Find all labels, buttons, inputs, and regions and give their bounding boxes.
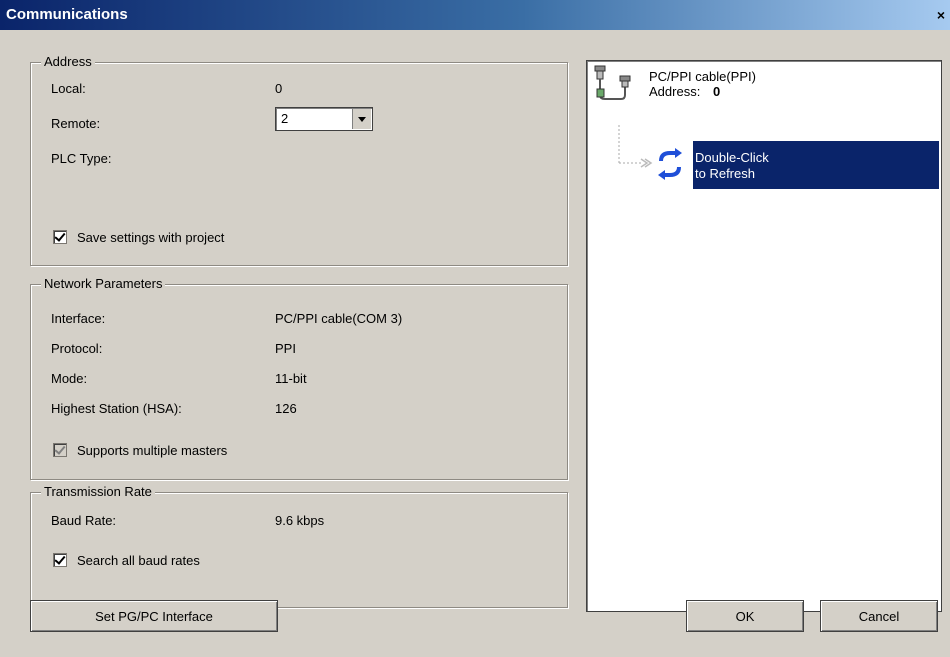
baud-rate-label: Baud Rate: <box>51 513 117 528</box>
search-all-baud-label[interactable]: Search all baud rates <box>77 553 200 568</box>
refresh-line-2: to Refresh <box>695 166 755 181</box>
network-parameters-legend: Network Parameters <box>41 276 166 291</box>
transmission-rate-group: Transmission Rate Baud Rate: 9.6 kbps Se… <box>30 484 568 608</box>
multiple-masters-checkbox <box>53 443 67 457</box>
network-parameters-group: Network Parameters Interface: PC/PPI cab… <box>30 276 568 480</box>
refresh-icon[interactable] <box>653 147 687 181</box>
set-pg-pc-interface-button[interactable]: Set PG/PC Interface <box>30 600 278 632</box>
interface-label: Interface: <box>51 311 106 326</box>
protocol-label: Protocol: <box>51 341 103 356</box>
search-all-baud-checkbox[interactable] <box>53 553 67 567</box>
address-group-legend: Address <box>41 54 95 69</box>
cable-address-value: 0 <box>713 84 721 99</box>
cable-node-label[interactable]: PC/PPI cable(PPI) <box>649 69 756 84</box>
save-settings-label[interactable]: Save settings with project <box>77 230 224 245</box>
cable-address-label: Address: <box>649 84 701 99</box>
mode-label: Mode: <box>51 371 88 386</box>
tree-connector-line <box>618 125 653 168</box>
address-group: Address Local: 0 Remote: 2 PLC Type: Sav… <box>30 54 568 266</box>
multiple-masters-label: Supports multiple masters <box>77 443 228 458</box>
plc-type-label: PLC Type: <box>51 151 112 166</box>
local-label: Local: <box>51 81 86 96</box>
cable-connector-icon <box>594 65 631 100</box>
remote-label: Remote: <box>51 116 101 131</box>
hsa-value: 126 <box>275 401 297 416</box>
remote-address-select[interactable]: 2 <box>275 107 373 131</box>
save-settings-checkbox[interactable] <box>53 230 67 244</box>
communications-dialog: Address Local: 0 Remote: 2 PLC Type: Sav… <box>0 30 950 657</box>
double-click-refresh-node[interactable]: Double-Click to Refresh <box>693 141 939 189</box>
interface-value: PC/PPI cable(COM 3) <box>275 311 403 326</box>
transmission-rate-legend: Transmission Rate <box>41 484 155 499</box>
local-value: 0 <box>275 81 283 96</box>
ok-button[interactable]: OK <box>686 600 804 632</box>
refresh-line-1: Double-Click <box>695 150 769 165</box>
chevron-down-icon[interactable] <box>352 109 371 129</box>
title-bar: Communications × <box>0 0 950 30</box>
remote-address-value: 2 <box>281 111 289 126</box>
cancel-button[interactable]: Cancel <box>820 600 938 632</box>
protocol-value: PPI <box>275 341 296 356</box>
network-tree-panel[interactable]: PC/PPI cable(PPI) Address: 0 Double-Clic… <box>586 60 942 612</box>
baud-rate-value: 9.6 kbps <box>275 513 325 528</box>
window-title: Communications <box>6 6 128 23</box>
hsa-label: Highest Station (HSA): <box>51 401 182 416</box>
close-button[interactable]: × <box>934 8 948 24</box>
mode-value: 11-bit <box>275 371 307 386</box>
